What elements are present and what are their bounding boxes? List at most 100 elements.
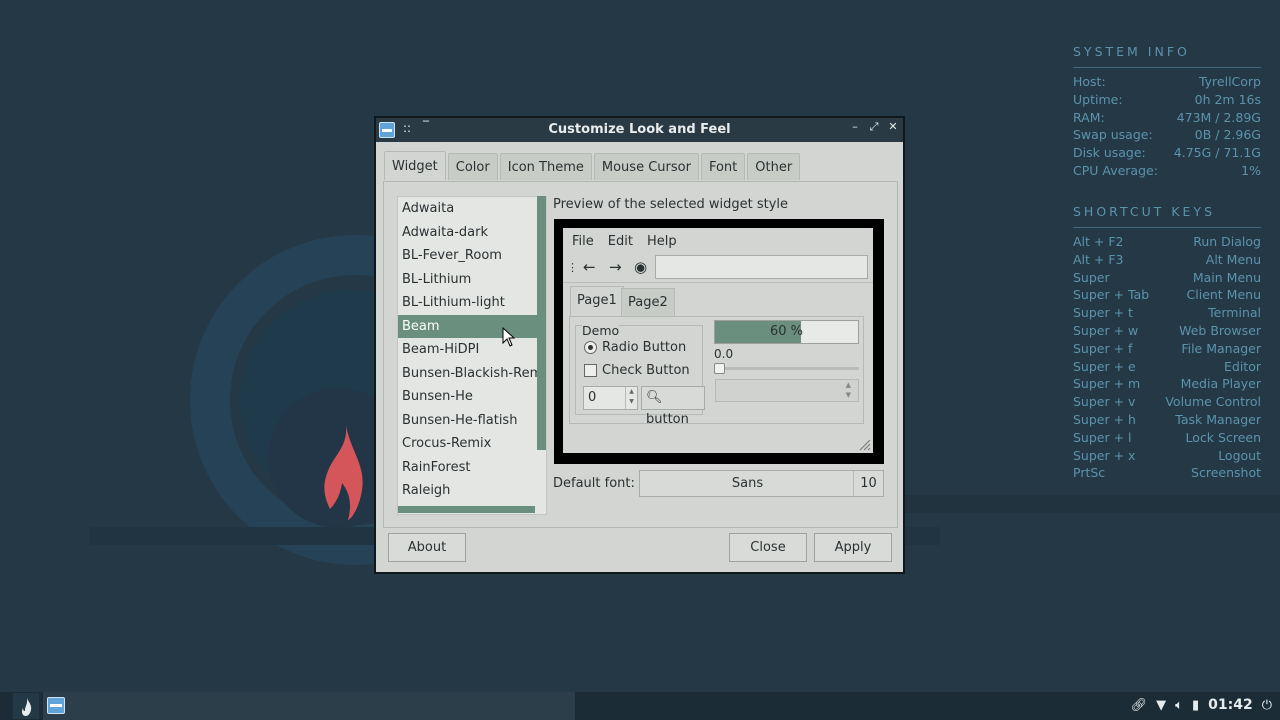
scale-track[interactable]	[714, 367, 859, 370]
theme-list[interactable]: Adwaita Adwaita-dark BL-Fever_Room BL-Lithi…	[397, 196, 547, 515]
taskbar-window-item[interactable]	[43, 692, 575, 720]
shortcut-key: PrtSc	[1073, 465, 1106, 481]
close-icon[interactable]: ✕	[887, 120, 899, 134]
bunsen-flame-logo	[324, 425, 363, 520]
system-info-row: Host: TyrellCorp	[1073, 74, 1261, 92]
font-chooser-button[interactable]: Sans 10	[639, 470, 884, 497]
preview-toolbar: ⋮ ← → ◉	[563, 254, 873, 283]
preview-combo-box[interactable]: ▲ ▼	[715, 379, 859, 402]
theme-list-item[interactable]: Adwaita	[398, 197, 546, 221]
system-info-key: Swap usage:	[1073, 127, 1153, 143]
resize-grip-icon[interactable]	[857, 437, 871, 451]
conky-shortcut-keys: SHORTCUT KEYS Alt + F2 Run Dialog Alt + F3…	[1073, 204, 1261, 483]
conky-system-info: SYSTEM INFO Host: TyrellCorp Uptime: 0h 2m …	[1073, 44, 1261, 181]
volume-icon[interactable]: 🔈︎	[1175, 698, 1183, 713]
minimize-icon[interactable]: –	[849, 120, 861, 134]
shortcut-value: Media Player	[1180, 376, 1261, 392]
theme-list-item[interactable]: Raleigh	[398, 479, 546, 503]
shortcut-value: Editor	[1224, 358, 1261, 374]
system-tray: 🔗︎ ▼ 🔈︎ ▮ 01:42 ⏻	[1131, 697, 1272, 713]
forward-arrow-icon[interactable]: →	[609, 258, 622, 276]
theme-list-item[interactable]: Bunsen-Blackish-Remix	[398, 362, 546, 386]
back-arrow-icon[interactable]: ←	[583, 258, 596, 276]
system-info-key: RAM:	[1073, 109, 1105, 125]
wifi-icon[interactable]: ▼	[1156, 698, 1166, 713]
check-button-label: Check Button	[602, 363, 690, 378]
preview-menu-edit[interactable]: Edit	[608, 234, 633, 254]
preview-button[interactable]: 🔍︎ button	[641, 386, 705, 427]
radio-indicator[interactable]	[584, 341, 597, 354]
about-button[interactable]: About	[388, 533, 466, 562]
checkbox-indicator[interactable]	[584, 364, 597, 377]
radio-button-label: Radio Button	[602, 340, 687, 355]
tab-icon-theme[interactable]: Icon Theme	[499, 153, 592, 180]
shortcut-row: Alt + F3 Alt Menu	[1073, 252, 1261, 270]
system-info-row: RAM: 473M / 2.89G	[1073, 110, 1261, 128]
spin-arrows-icon[interactable]: ▲ ▼	[625, 387, 637, 409]
spin-button[interactable]: 0 ▲ ▼	[583, 386, 638, 410]
preview-text-entry[interactable]	[655, 255, 868, 279]
system-info-row: Uptime: 0h 2m 16s	[1073, 92, 1261, 110]
shortcut-value: Screenshot	[1191, 465, 1261, 481]
theme-list-item[interactable]: Bunsen-He	[398, 385, 546, 409]
shortcut-value: Lock Screen	[1185, 429, 1261, 445]
theme-list-item[interactable]: BL-Fever_Room	[398, 244, 546, 268]
wallpaper-bar	[905, 495, 1280, 513]
taskbar: 🔗︎ ▼ 🔈︎ ▮ 01:42 ⏻	[0, 692, 1280, 720]
shortcut-row: Super + h Task Manager	[1073, 412, 1261, 430]
theme-list-item[interactable]: Beam-HiDPI	[398, 338, 546, 362]
shortcut-row: Super + w Web Browser	[1073, 323, 1261, 341]
shortcut-value: Web Browser	[1179, 322, 1261, 338]
preview-tab-page2[interactable]: Page2	[621, 288, 675, 316]
default-font-label: Default font:	[553, 476, 635, 491]
preview-menu-file[interactable]: File	[572, 234, 594, 254]
theme-list-item[interactable]: BL-Lithium	[398, 268, 546, 292]
system-info-key: Host:	[1073, 74, 1106, 89]
system-info-value: 473M / 2.89G	[1176, 109, 1261, 125]
tab-color[interactable]: Color	[447, 153, 498, 180]
theme-list-scrollbar[interactable]	[537, 196, 546, 450]
preview-label: Preview of the selected widget style	[553, 197, 789, 212]
theme-list-item[interactable]: Beam	[398, 314, 546, 338]
menu-launcher[interactable]	[13, 693, 39, 719]
window-title: Customize Look and Feel	[548, 122, 731, 137]
scale-slider-knob[interactable]	[714, 363, 725, 374]
theme-list-item[interactable]: Bunsen-He-flatish	[398, 409, 546, 433]
tab-widget[interactable]: Widget	[384, 151, 446, 180]
shortcut-key: Super + v	[1073, 394, 1136, 410]
close-button[interactable]: Close	[729, 533, 807, 562]
shortcut-value: Terminal	[1208, 305, 1261, 321]
power-icon[interactable]: ⏻	[1262, 698, 1272, 713]
clipboard-icon[interactable]: 🔗︎	[1131, 698, 1148, 713]
battery-icon[interactable]: ▮	[1192, 698, 1199, 713]
progress-text: 60 %	[769, 324, 803, 339]
tab-mouse-cursor[interactable]: Mouse Cursor	[593, 153, 699, 180]
theme-list-item[interactable]: BL-Lithium-light	[398, 291, 546, 315]
flame-icon	[22, 698, 32, 716]
window-titlebar[interactable]: :: ‾ Customize Look and Feel – ⤢ ✕	[376, 118, 903, 142]
check-button[interactable]: Check Button	[584, 363, 690, 378]
shortcut-value: File Manager	[1181, 340, 1261, 356]
system-info-value: 0h 2m 16s	[1194, 91, 1261, 107]
preview-menu-help[interactable]: Help	[647, 234, 677, 254]
apply-button[interactable]: Apply	[814, 533, 892, 562]
maximize-icon[interactable]: ⤢	[868, 120, 880, 134]
shortcut-row: Super + e Editor	[1073, 359, 1261, 377]
shortcut-row: Super + m Media Player	[1073, 376, 1261, 394]
shortcut-row: PrtSc Screenshot	[1073, 465, 1261, 483]
system-info-title: SYSTEM INFO	[1073, 44, 1261, 68]
theme-list-item[interactable]: Adwaita-dark	[398, 221, 546, 245]
theme-list-item[interactable]: Crocus-Remix	[398, 432, 546, 456]
theme-list-hscrollbar[interactable]	[398, 506, 535, 513]
radio-button[interactable]: Radio Button	[584, 340, 686, 355]
system-info-key: Disk usage:	[1073, 145, 1146, 161]
tab-other[interactable]: Other	[747, 153, 801, 180]
preview-tab-page1[interactable]: Page1	[570, 286, 624, 316]
record-icon[interactable]: ◉	[634, 258, 647, 276]
clock[interactable]: 01:42	[1208, 697, 1253, 713]
theme-list-item[interactable]: RainForest	[398, 456, 546, 480]
shortcut-key: Super + Tab	[1073, 287, 1150, 303]
tab-font[interactable]: Font	[700, 153, 746, 180]
preview-menubar: File Edit Help	[563, 228, 873, 254]
system-info-value: TyrellCorp	[1198, 74, 1261, 89]
